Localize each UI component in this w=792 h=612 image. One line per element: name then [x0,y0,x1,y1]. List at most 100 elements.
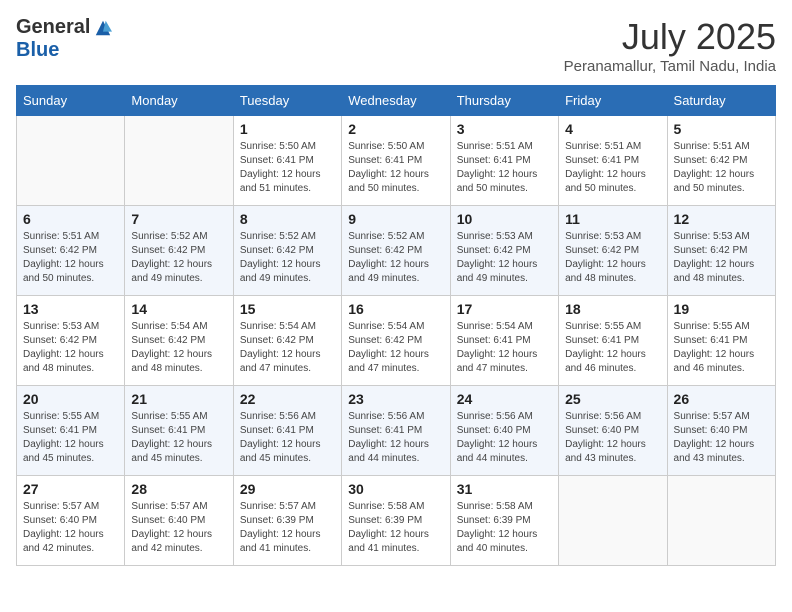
day-cell: 8Sunrise: 5:52 AMSunset: 6:42 PMDaylight… [233,206,341,296]
day-number: 22 [240,391,335,407]
day-info: Sunrise: 5:50 AMSunset: 6:41 PMDaylight:… [240,140,335,196]
day-info: Sunrise: 5:58 AMSunset: 6:39 PMDaylight:… [457,500,552,556]
day-cell: 2 Sunrise: 5:50 AMSunset: 6:41 PMDaylight… [342,116,450,206]
day-info: Sunrise: 5:54 AMSunset: 6:41 PMDaylight:… [457,320,552,376]
day-info: Sunrise: 5:53 AMSunset: 6:42 PMDaylight:… [457,230,552,286]
week-row-2: 6 Sunrise: 5:51 AMSunset: 6:42 PMDaylight… [17,206,776,296]
day-number: 20 [23,391,118,407]
day-cell [667,476,775,566]
day-cell [17,116,125,206]
weekday-header-wednesday: Wednesday [342,86,450,116]
day-number: 9 [348,211,443,227]
month-title: July 2025 [564,16,776,58]
day-cell: 29 Sunrise: 5:57 AMSunset: 6:39 PMDayligh… [233,476,341,566]
week-row-1: 1 Sunrise: 5:50 AMSunset: 6:41 PMDaylight… [17,116,776,206]
day-info: Sunrise: 5:55 AMSunset: 6:41 PMDaylight:… [131,410,226,466]
day-cell: 25Sunrise: 5:56 AMSunset: 6:40 PMDayligh… [559,386,667,476]
day-cell: 28 Sunrise: 5:57 AMSunset: 6:40 PMDayligh… [125,476,233,566]
day-info: Sunrise: 5:57 AMSunset: 6:39 PMDaylight:… [240,500,335,556]
day-number: 25 [565,391,660,407]
day-number: 15 [240,301,335,317]
day-info: Sunrise: 5:54 AMSunset: 6:42 PMDaylight:… [240,320,335,376]
logo-blue-text: Blue [16,39,59,62]
day-number: 30 [348,481,443,497]
day-info: Sunrise: 5:51 AMSunset: 6:42 PMDaylight:… [23,230,118,286]
week-row-3: 13 Sunrise: 5:53 AMSunset: 6:42 PMDayligh… [17,296,776,386]
location: Peranamallur, Tamil Nadu, India [564,58,776,75]
day-cell: 24Sunrise: 5:56 AMSunset: 6:40 PMDayligh… [450,386,558,476]
day-number: 6 [23,211,118,227]
day-number: 14 [131,301,226,317]
day-number: 28 [131,481,226,497]
calendar-table: SundayMondayTuesdayWednesdayThursdayFrid… [16,85,776,566]
day-cell [125,116,233,206]
day-cell: 10 Sunrise: 5:53 AMSunset: 6:42 PMDayligh… [450,206,558,296]
day-cell: 4 Sunrise: 5:51 AMSunset: 6:41 PMDaylight… [559,116,667,206]
day-number: 24 [457,391,552,407]
day-cell: 5 Sunrise: 5:51 AMSunset: 6:42 PMDaylight… [667,116,775,206]
day-number: 12 [674,211,769,227]
day-cell: 11Sunrise: 5:53 AMSunset: 6:42 PMDayligh… [559,206,667,296]
day-info: Sunrise: 5:53 AMSunset: 6:42 PMDaylight:… [674,230,769,286]
day-number: 13 [23,301,118,317]
day-cell: 22 Sunrise: 5:56 AMSunset: 6:41 PMDayligh… [233,386,341,476]
day-info: Sunrise: 5:56 AMSunset: 6:41 PMDaylight:… [240,410,335,466]
day-number: 26 [674,391,769,407]
day-cell: 13 Sunrise: 5:53 AMSunset: 6:42 PMDayligh… [17,296,125,386]
day-number: 29 [240,481,335,497]
day-info: Sunrise: 5:51 AMSunset: 6:41 PMDaylight:… [565,140,660,196]
day-number: 18 [565,301,660,317]
day-info: Sunrise: 5:52 AMSunset: 6:42 PMDaylight:… [131,230,226,286]
day-number: 19 [674,301,769,317]
day-number: 3 [457,121,552,137]
day-number: 11 [565,211,660,227]
weekday-header-friday: Friday [559,86,667,116]
day-cell: 27 Sunrise: 5:57 AMSunset: 6:40 PMDayligh… [17,476,125,566]
day-number: 7 [131,211,226,227]
day-info: Sunrise: 5:57 AMSunset: 6:40 PMDaylight:… [23,500,118,556]
day-cell: 20 Sunrise: 5:55 AMSunset: 6:41 PMDayligh… [17,386,125,476]
day-number: 31 [457,481,552,497]
day-info: Sunrise: 5:51 AMSunset: 6:41 PMDaylight:… [457,140,552,196]
title-area: July 2025 Peranamallur, Tamil Nadu, Indi… [564,16,776,75]
day-cell: 9 Sunrise: 5:52 AMSunset: 6:42 PMDaylight… [342,206,450,296]
weekday-header-saturday: Saturday [667,86,775,116]
day-info: Sunrise: 5:55 AMSunset: 6:41 PMDaylight:… [23,410,118,466]
day-cell: 30Sunrise: 5:58 AMSunset: 6:39 PMDayligh… [342,476,450,566]
day-info: Sunrise: 5:50 AMSunset: 6:41 PMDaylight:… [348,140,443,196]
day-cell: 31 Sunrise: 5:58 AMSunset: 6:39 PMDayligh… [450,476,558,566]
day-number: 16 [348,301,443,317]
day-info: Sunrise: 5:53 AMSunset: 6:42 PMDaylight:… [23,320,118,376]
day-cell: 7 Sunrise: 5:52 AMSunset: 6:42 PMDaylight… [125,206,233,296]
weekday-header-thursday: Thursday [450,86,558,116]
day-cell: 26Sunrise: 5:57 AMSunset: 6:40 PMDayligh… [667,386,775,476]
day-info: Sunrise: 5:55 AMSunset: 6:41 PMDaylight:… [565,320,660,376]
day-info: Sunrise: 5:51 AMSunset: 6:42 PMDaylight:… [674,140,769,196]
day-info: Sunrise: 5:54 AMSunset: 6:42 PMDaylight:… [131,320,226,376]
day-number: 1 [240,121,335,137]
weekday-header-sunday: Sunday [17,86,125,116]
week-row-5: 27 Sunrise: 5:57 AMSunset: 6:40 PMDayligh… [17,476,776,566]
day-number: 4 [565,121,660,137]
day-cell: 19Sunrise: 5:55 AMSunset: 6:41 PMDayligh… [667,296,775,386]
logo-icon [94,19,112,37]
day-info: Sunrise: 5:57 AMSunset: 6:40 PMDaylight:… [131,500,226,556]
week-row-4: 20 Sunrise: 5:55 AMSunset: 6:41 PMDayligh… [17,386,776,476]
day-cell: 6 Sunrise: 5:51 AMSunset: 6:42 PMDaylight… [17,206,125,296]
day-number: 21 [131,391,226,407]
day-cell: 17 Sunrise: 5:54 AMSunset: 6:41 PMDayligh… [450,296,558,386]
day-cell: 21 Sunrise: 5:55 AMSunset: 6:41 PMDayligh… [125,386,233,476]
day-cell: 23Sunrise: 5:56 AMSunset: 6:41 PMDayligh… [342,386,450,476]
day-number: 2 [348,121,443,137]
day-number: 8 [240,211,335,227]
day-number: 5 [674,121,769,137]
weekday-header-row: SundayMondayTuesdayWednesdayThursdayFrid… [17,86,776,116]
day-number: 10 [457,211,552,227]
day-number: 17 [457,301,552,317]
day-cell: 15 Sunrise: 5:54 AMSunset: 6:42 PMDayligh… [233,296,341,386]
day-cell [559,476,667,566]
day-info: Sunrise: 5:54 AMSunset: 6:42 PMDaylight:… [348,320,443,376]
day-number: 27 [23,481,118,497]
day-cell: 16 Sunrise: 5:54 AMSunset: 6:42 PMDayligh… [342,296,450,386]
day-info: Sunrise: 5:52 AMSunset: 6:42 PMDaylight:… [348,230,443,286]
